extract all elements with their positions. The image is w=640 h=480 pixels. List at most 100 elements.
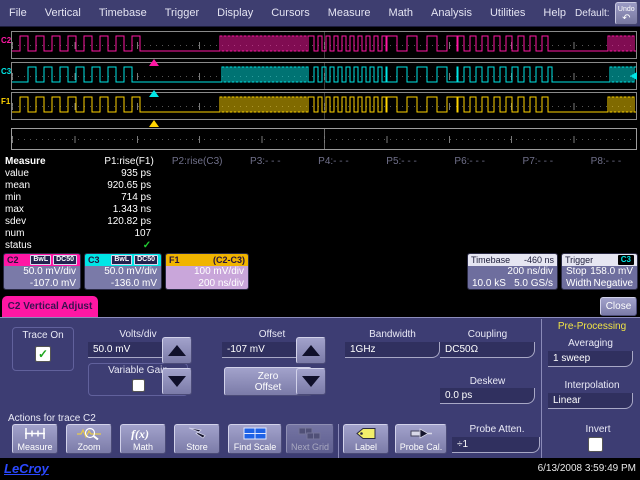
c2-trigger-marker-icon[interactable] bbox=[149, 59, 159, 66]
timebase-descriptor-box[interactable]: Timebase -460 ns 200 ns/div 10.0 kS 5.0 … bbox=[467, 253, 558, 290]
c3-descriptor-box[interactable]: C3 BwL DC50 50.0 mV/div -136.0 mV bbox=[84, 253, 162, 290]
action-button-label: Label bbox=[355, 442, 377, 452]
measure-value-p4-mean bbox=[299, 180, 367, 192]
measure-status-p5 bbox=[368, 240, 436, 252]
coupling-field[interactable]: DC50Ω bbox=[440, 342, 535, 358]
measure-value-p3-value bbox=[231, 168, 299, 180]
action-button-label: Next Grid bbox=[291, 442, 329, 452]
menu-item-help[interactable]: Help bbox=[534, 7, 575, 19]
measure-value-p6-value bbox=[436, 168, 504, 180]
f1-tdiv-value: 200 ns/div bbox=[170, 278, 244, 290]
undo-button[interactable]: Undo ↶ bbox=[615, 2, 638, 25]
next-grid-icon bbox=[298, 427, 322, 442]
lecroy-logo: LeCroy bbox=[4, 461, 49, 476]
measure-value-p2-min bbox=[163, 192, 231, 204]
measure-value-p7-max bbox=[504, 204, 572, 216]
menu-item-cursors[interactable]: Cursors bbox=[262, 7, 319, 19]
measure-value-p3-max bbox=[231, 204, 299, 216]
menu-item-display[interactable]: Display bbox=[208, 7, 262, 19]
c3-trigger-marker-icon[interactable] bbox=[149, 90, 159, 97]
f1-waveform bbox=[12, 93, 636, 119]
measure-col-header-p4[interactable]: P4:- - - bbox=[299, 156, 367, 168]
c2-grid-strip[interactable] bbox=[11, 31, 637, 59]
menu-item-trigger[interactable]: Trigger bbox=[156, 7, 208, 19]
measure-value-p7-sdev bbox=[504, 216, 572, 228]
bandwidth-field[interactable]: 1GHz bbox=[345, 342, 440, 358]
menu-item-analysis[interactable]: Analysis bbox=[422, 7, 481, 19]
measure-row-label-sdev: sdev bbox=[0, 216, 95, 228]
f1-descriptor-box[interactable]: F1 (C2-C3) 100 mV/div 200 ns/div bbox=[165, 253, 249, 290]
averaging-field[interactable]: 1 sweep bbox=[548, 351, 633, 367]
store-button[interactable]: Store bbox=[174, 424, 220, 454]
measure-row-label-num: num bbox=[0, 228, 95, 240]
f1-vdiv-value: 100 mV/div bbox=[170, 266, 244, 278]
label-button[interactable]: Label bbox=[343, 424, 389, 454]
offset-up-button[interactable] bbox=[296, 337, 326, 364]
f1-source-label: (C2-C3) bbox=[213, 255, 245, 265]
c2-descriptor-box[interactable]: C2 BwL DC50 50.0 mV/div -107.0 mV bbox=[3, 253, 81, 290]
probe-atten-field[interactable]: ÷1 bbox=[452, 437, 540, 453]
coupling-label: Coupling bbox=[440, 329, 535, 341]
menu-item-timebase[interactable]: Timebase bbox=[90, 7, 156, 19]
tab-c2-vertical-adjust[interactable]: C2 Vertical Adjust bbox=[2, 296, 98, 317]
menu-item-utilities[interactable]: Utilities bbox=[481, 7, 534, 19]
menu-item-file[interactable]: File bbox=[0, 7, 36, 19]
math-button[interactable]: f(x)Math bbox=[120, 424, 166, 454]
c2-vdiv-value: 50.0 mV/div bbox=[8, 266, 76, 278]
measure-value-p8-num bbox=[572, 228, 640, 240]
offset-down-button[interactable] bbox=[296, 368, 326, 395]
measure-value-p5-max bbox=[368, 204, 436, 216]
measure-col-header-p3[interactable]: P3:- - - bbox=[231, 156, 299, 168]
trigger-descriptor-box[interactable]: Trigger C3 Stop 158.0 mV Width Negative bbox=[561, 253, 638, 290]
c3-vdiv-value: 50.0 mV/div bbox=[89, 266, 157, 278]
menu-item-math[interactable]: Math bbox=[380, 7, 422, 19]
measure-value-p2-mean bbox=[163, 180, 231, 192]
timebase-rate-value: 5.0 GS/s bbox=[514, 278, 553, 290]
menu-items: FileVerticalTimebaseTriggerDisplayCursor… bbox=[0, 7, 575, 19]
up-arrow-icon bbox=[168, 345, 186, 356]
measure-col-header-p6[interactable]: P6:- - - bbox=[436, 156, 504, 168]
measure-col-header-p7[interactable]: P7:- - - bbox=[504, 156, 572, 168]
invert-checkbox[interactable] bbox=[588, 437, 603, 452]
measure-value-p5-min bbox=[368, 192, 436, 204]
interpolation-field[interactable]: Linear bbox=[548, 393, 633, 409]
menu-item-vertical[interactable]: Vertical bbox=[36, 7, 90, 19]
zoom-button[interactable]: Zoom bbox=[66, 424, 112, 454]
deskew-label: Deskew bbox=[440, 376, 535, 388]
volts-div-up-button[interactable] bbox=[162, 337, 192, 364]
action-button-label: Probe Cal. bbox=[400, 442, 443, 452]
c2-bwl-badge: BwL bbox=[30, 255, 51, 265]
measure-col-header-p8[interactable]: P8:- - - bbox=[572, 156, 640, 168]
c3-grid-strip[interactable] bbox=[11, 62, 637, 90]
f1-descriptor-title: F1 bbox=[169, 255, 180, 265]
c3-level-arrow-icon[interactable] bbox=[630, 72, 637, 80]
deskew-field[interactable]: 0.0 ps bbox=[440, 388, 535, 404]
menu-item-measure[interactable]: Measure bbox=[319, 7, 380, 19]
c3-bwl-badge: BwL bbox=[111, 255, 132, 265]
measure-button[interactable]: Measure bbox=[12, 424, 58, 454]
measure-value-p3-num bbox=[231, 228, 299, 240]
find-scale-button[interactable]: Find Scale bbox=[228, 424, 282, 454]
action-button-label: Measure bbox=[17, 442, 52, 452]
close-button[interactable]: Close bbox=[600, 297, 637, 316]
measure-value-p4-min bbox=[299, 192, 367, 204]
measure-value-p6-max bbox=[436, 204, 504, 216]
measure-value-p2-max bbox=[163, 204, 231, 216]
trace-on-checkbox[interactable] bbox=[35, 346, 51, 362]
f1-trigger-marker-icon[interactable] bbox=[149, 120, 159, 127]
descriptor-row: C2 BwL DC50 50.0 mV/div -107.0 mV C3 BwL… bbox=[0, 253, 640, 293]
measure-col-header-p1[interactable]: P1:rise(F1) bbox=[95, 156, 163, 168]
next-grid-button: Next Grid bbox=[286, 424, 334, 454]
measure-col-header-p5[interactable]: P5:- - - bbox=[368, 156, 436, 168]
measure-value-p8-min bbox=[572, 192, 640, 204]
measure-value-p8-max bbox=[572, 204, 640, 216]
measure-value-p5-sdev bbox=[368, 216, 436, 228]
variable-gain-checkbox[interactable] bbox=[132, 379, 145, 392]
preprocessing-divider bbox=[541, 319, 542, 458]
measure-col-header-p2[interactable]: P2:rise(C3) bbox=[163, 156, 231, 168]
f1-grid-strip[interactable] bbox=[11, 92, 637, 120]
empty-grid-strip[interactable] bbox=[11, 128, 637, 150]
measure-value-p6-mean bbox=[436, 180, 504, 192]
volts-div-down-button[interactable] bbox=[162, 368, 192, 395]
probe-cal-button[interactable]: Probe Cal. bbox=[395, 424, 447, 454]
